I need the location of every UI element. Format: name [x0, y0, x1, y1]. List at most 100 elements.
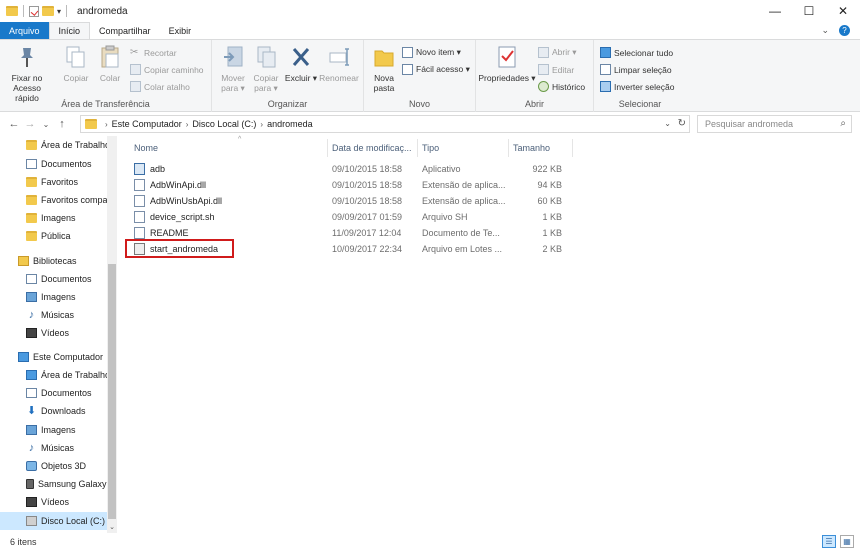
select-all-button[interactable]: Selecionar tudo [600, 47, 673, 58]
back-arrow-icon[interactable]: ← [6, 118, 22, 130]
img-icon [26, 292, 37, 302]
up-arrow-icon[interactable]: ↑ [54, 118, 70, 130]
copy-path-label: Copiar caminho [144, 64, 204, 75]
breadcrumb-this-pc[interactable]: Este Computador [112, 119, 182, 129]
refresh-icon[interactable]: ↻ [678, 118, 686, 129]
tab-share[interactable]: Compartilhar [90, 22, 160, 39]
nav-item-label: Documentos [41, 274, 92, 284]
recent-locations-icon[interactable]: ⌄ [38, 120, 54, 129]
nav-item[interactable]: Favoritos compa [0, 191, 108, 209]
nav-item[interactable]: Objetos 3D [0, 457, 108, 475]
column-header-name[interactable]: Nome ^ [130, 136, 328, 157]
nav-item[interactable]: Imagens [0, 421, 108, 439]
nav-item[interactable]: ♪ Músicas [0, 306, 108, 324]
file-name-cell: device_script.sh [134, 209, 215, 225]
nav-item[interactable]: Documentos [0, 155, 108, 173]
file-name: AdbWinUsbApi.dll [150, 196, 223, 206]
nav-item[interactable]: Imagens [0, 209, 108, 227]
file-type: Arquivo em Lotes ... [422, 244, 503, 254]
nav-item[interactable]: Este Computador [0, 348, 108, 366]
scroll-thumb[interactable] [108, 264, 116, 519]
nav-scrollbar[interactable]: ⌄ [107, 136, 117, 533]
breadcrumb-local-disk[interactable]: Disco Local (C:) [192, 119, 256, 129]
column-header-date[interactable]: Data de modificaç... [328, 139, 418, 157]
scroll-down-icon[interactable]: ⌄ [107, 523, 117, 533]
select-none-button[interactable]: Limpar seleção [600, 64, 672, 75]
file-row[interactable]: adb 09/10/2015 18:58 Aplicativo 922 KB [130, 161, 570, 177]
chevron-down-icon[interactable]: ⌄ [664, 119, 671, 128]
close-button[interactable]: ✕ [826, 0, 860, 22]
nav-item[interactable]: Área de Trabalho [0, 366, 108, 384]
history-button[interactable]: Histórico [538, 81, 585, 92]
clipboard-icon [98, 44, 122, 70]
chevron-right-icon[interactable]: › [105, 120, 108, 129]
file-row[interactable]: AdbWinApi.dll 09/10/2015 18:58 Extensão de… [130, 177, 570, 193]
new-folder-icon[interactable] [42, 6, 54, 16]
column-header-type[interactable]: Tipo [418, 139, 509, 157]
nav-item[interactable]: Documentos [0, 384, 108, 402]
breadcrumb-andromeda[interactable]: andromeda [267, 119, 313, 129]
highlight-annotation [125, 239, 234, 258]
chevron-right-icon[interactable]: › [186, 120, 189, 129]
copy-to-button[interactable]: Copiar para ▾ [247, 44, 285, 93]
cut-button[interactable]: ✂ Recortar [130, 47, 177, 58]
invert-selection-icon [600, 81, 611, 92]
chevron-down-icon[interactable]: ⌄ [821, 25, 829, 36]
maximize-button[interactable]: ☐ [792, 0, 826, 22]
edit-button[interactable]: Editar [538, 64, 574, 75]
tab-view[interactable]: Exibir [160, 22, 201, 39]
tab-home[interactable]: Início [48, 22, 91, 39]
address-bar[interactable]: › Este Computador › Disco Local (C:) › a… [80, 115, 690, 133]
nav-item[interactable]: Favoritos [0, 173, 108, 191]
nav-item[interactable]: Vídeos [0, 324, 108, 342]
nav-item[interactable]: Pública [0, 227, 108, 245]
select-group: Selecionar tudo Limpar seleção Inverter … [594, 40, 686, 112]
paste-shortcut-button[interactable]: Colar atalho [130, 81, 190, 92]
copy-path-button[interactable]: Copiar caminho [130, 64, 204, 75]
nav-item[interactable]: Bibliotecas [0, 252, 108, 270]
properties-icon[interactable] [29, 5, 39, 17]
rename-button[interactable]: Renomear [316, 44, 362, 83]
nav-item[interactable]: Área de Trabalho [0, 136, 108, 154]
invert-selection-button[interactable]: Inverter seleção [600, 81, 674, 92]
file-row[interactable]: device_script.sh 09/09/2017 01:59 Arquivo … [130, 209, 570, 225]
details-view-icon[interactable]: ☰ [822, 535, 836, 548]
nav-item-label: Imagens [41, 292, 76, 302]
tab-file[interactable]: Arquivo [0, 22, 49, 39]
nav-item[interactable]: Samsung Galaxy [0, 475, 108, 493]
edit-icon [538, 64, 549, 75]
easy-access-button[interactable]: Fácil acesso ▾ [402, 64, 470, 75]
search-input[interactable]: Pesquisar andromeda ⌕ [697, 115, 852, 133]
column-header-size[interactable]: Tamanho [509, 139, 573, 157]
nav-item[interactable]: Vídeos [0, 493, 108, 511]
chevron-right-icon[interactable]: › [260, 120, 263, 129]
lib-icon [18, 256, 29, 266]
properties-button[interactable]: Propriedades ▾ [478, 44, 536, 83]
delete-button[interactable]: Excluir ▾ [282, 44, 320, 83]
nav-item[interactable]: Imagens [0, 288, 108, 306]
help-icon[interactable]: ? [839, 25, 850, 36]
history-icon [538, 81, 549, 92]
nav-item[interactable]: Documentos [0, 270, 108, 288]
file-type-cell: Extensão de aplica... [422, 193, 506, 209]
nav-item[interactable]: ⬇ Downloads [0, 402, 108, 420]
pin-quick-access-button[interactable]: Fixar no Acesso rápido [4, 44, 50, 103]
file-date: 09/10/2015 18:58 [332, 180, 403, 190]
copy-to-icon [254, 44, 278, 70]
search-icon[interactable]: ⌕ [840, 118, 846, 129]
music-icon: ♪ [28, 309, 35, 321]
ribbon-tabs: Arquivo Início Compartilhar Exibir ⌄ ? [0, 22, 860, 40]
large-icons-view-icon[interactable]: ▦ [840, 535, 854, 548]
nav-item[interactable]: ♪ Músicas [0, 439, 108, 457]
nav-item-label: Objetos 3D [41, 461, 87, 471]
forward-arrow-icon[interactable]: → [22, 118, 38, 130]
minimize-button[interactable]: — [758, 0, 792, 22]
paste-button[interactable]: Colar [90, 44, 130, 83]
file-size-cell: 922 KB [510, 161, 562, 177]
new-folder-button[interactable]: Nova pasta [364, 44, 404, 93]
new-item-button[interactable]: Novo item ▾ [402, 47, 461, 58]
open-button[interactable]: Abrir ▾ [538, 47, 577, 58]
nav-item[interactable]: Disco Local (C:) [0, 512, 108, 530]
file-row[interactable]: AdbWinUsbApi.dll 09/10/2015 18:58 Extensão… [130, 193, 570, 209]
chevron-down-icon[interactable]: ▾ [57, 7, 61, 16]
